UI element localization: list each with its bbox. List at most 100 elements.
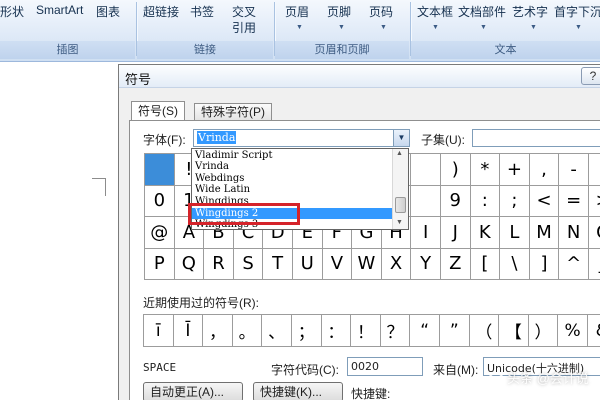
recent-symbol-cell[interactable]: 。 (232, 315, 263, 347)
ribbon-header[interactable]: 页眉 (285, 3, 309, 20)
recent-symbols-grid: īĪ，。、；：！？“”（【）%& (143, 314, 600, 347)
symbol-cell[interactable]: U (292, 248, 323, 280)
recent-symbol-cell[interactable]: （ (469, 315, 500, 347)
ribbon-page-number[interactable]: 页码 (369, 3, 393, 20)
scroll-down-icon[interactable]: ▼ (396, 219, 403, 226)
recent-symbol-cell[interactable]: ī (144, 315, 174, 347)
symbol-cell[interactable]: , (529, 154, 560, 186)
recent-symbol-cell[interactable]: “ (410, 315, 440, 347)
chevron-down-icon: ▼ (530, 24, 537, 31)
dialog-titlebar[interactable]: 符号 ? (119, 65, 600, 88)
highlight-annotation-box (188, 203, 300, 225)
symbol-cell[interactable]: 9 (440, 185, 471, 217)
ribbon-textbox[interactable]: 文本框 (417, 3, 453, 20)
symbol-cell[interactable]: : (470, 185, 501, 217)
symbol-cell[interactable]: ] (529, 248, 560, 280)
recent-symbol-cell[interactable]: ） (528, 315, 559, 347)
symbol-cell[interactable]: 0 (145, 185, 175, 217)
ribbon-shapes[interactable]: 形状 (0, 3, 24, 20)
watermark: 头条 @会计说 (488, 368, 589, 388)
recent-symbol-cell[interactable]: ； (291, 315, 322, 347)
symbol-cell[interactable]: M (529, 217, 560, 249)
symbol-cell[interactable]: T (263, 248, 293, 280)
symbol-cell[interactable] (411, 154, 441, 186)
symbol-cell[interactable]: I (411, 217, 441, 249)
ribbon-group-text: 文本 (411, 41, 600, 59)
symbol-dialog: 符号 ? 符号(S) 特殊字符(P) 字体(F): Vrinda ▼ 子集(U)… (118, 64, 600, 400)
font-option[interactable]: Vladimir Script (192, 150, 392, 161)
font-combo[interactable]: Vrinda ▼ (193, 129, 410, 147)
symbol-cell[interactable]: < (529, 185, 560, 217)
tab-special-chars[interactable]: 特殊字符(P) (194, 103, 272, 120)
font-option[interactable]: Wide Latin (192, 184, 392, 195)
chevron-down-icon[interactable]: ▼ (393, 130, 409, 146)
symbol-cell[interactable]: N (559, 217, 589, 249)
symbol-cell[interactable]: . (588, 154, 600, 186)
symbol-cell[interactable]: Q (174, 248, 205, 280)
font-option[interactable]: Vrinda (192, 161, 392, 172)
recent-symbol-cell[interactable]: 【 (499, 315, 529, 347)
ribbon-chart[interactable]: 图表 (96, 3, 120, 20)
chevron-down-icon: ▼ (480, 24, 487, 31)
ribbon-wordart[interactable]: 艺术字 (512, 3, 548, 20)
ribbon-drop-cap[interactable]: 首字下沉 (554, 3, 600, 20)
help-button[interactable]: ? (581, 67, 600, 85)
symbol-cell[interactable]: S (233, 248, 264, 280)
ribbon-bookmark[interactable]: 书签 (190, 3, 214, 20)
recent-symbol-cell[interactable]: & (587, 315, 600, 347)
char-code-input[interactable]: 0020 (347, 357, 423, 376)
symbol-cell[interactable]: @ (145, 217, 175, 249)
symbol-cell[interactable]: L (500, 217, 530, 249)
symbol-cell[interactable]: K (470, 217, 501, 249)
recent-symbol-cell[interactable]: 、 (262, 315, 292, 347)
ribbon-cross-ref-2[interactable]: 引用 (232, 19, 256, 36)
symbol-cell[interactable]: - (559, 154, 589, 186)
recent-symbol-cell[interactable]: ” (439, 315, 470, 347)
symbol-cell[interactable]: ; (500, 185, 530, 217)
symbol-cell[interactable]: [ (470, 248, 501, 280)
tab-symbols[interactable]: 符号(S) (131, 101, 185, 120)
recent-symbol-cell[interactable]: ： (321, 315, 352, 347)
recent-symbol-cell[interactable]: ？ (380, 315, 411, 347)
autocorrect-button[interactable]: 自动更正(A)... (143, 382, 243, 400)
symbol-cell[interactable]: R (204, 248, 234, 280)
symbol-cell[interactable] (411, 185, 441, 217)
font-value: Vrinda (197, 131, 237, 144)
font-option[interactable]: Webdings (192, 173, 392, 184)
symbol-cell[interactable]: _ (588, 248, 600, 280)
subset-combo[interactable] (472, 129, 600, 147)
char-name: SPACE (143, 361, 177, 374)
symbol-cell[interactable]: W (352, 248, 382, 280)
symbol-cell[interactable]: = (559, 185, 589, 217)
symbol-cell[interactable]: ^ (559, 248, 589, 280)
dropdown-scrollbar[interactable]: ▲ ▼ (392, 149, 408, 229)
recent-symbol-cell[interactable]: ！ (351, 315, 381, 347)
ribbon-footer[interactable]: 页脚 (327, 3, 351, 20)
shortcut-key-button[interactable]: 快捷键(K)... (253, 382, 343, 400)
recent-symbol-cell[interactable]: ， (203, 315, 233, 347)
symbol-cell[interactable]: ) (440, 154, 471, 186)
recent-symbol-cell[interactable]: Ī (173, 315, 204, 347)
symbol-cell[interactable]: X (381, 248, 412, 280)
recent-symbol-cell[interactable]: % (558, 315, 588, 347)
symbol-cell[interactable]: \ (500, 248, 530, 280)
symbol-cell[interactable]: Z (440, 248, 471, 280)
symbol-cell[interactable]: O (588, 217, 600, 249)
ribbon-quick-parts[interactable]: 文档部件 (458, 3, 506, 20)
ribbon-cross-ref-1[interactable]: 交叉 (232, 3, 256, 20)
scroll-up-icon[interactable]: ▲ (396, 150, 403, 157)
symbol-cell[interactable]: V (322, 248, 353, 280)
symbol-cell[interactable]: P (145, 248, 175, 280)
watermark-text: 头条 @会计说 (507, 371, 589, 386)
symbol-cell[interactable]: Y (411, 248, 441, 280)
symbol-cell[interactable]: * (470, 154, 501, 186)
scrollbar-thumb[interactable] (395, 197, 406, 213)
symbol-cell[interactable]: > (588, 185, 600, 217)
ribbon-hyperlink[interactable]: 超链接 (143, 3, 179, 20)
symbol-cell[interactable]: + (500, 154, 530, 186)
subset-label: 子集(U): (421, 133, 465, 147)
symbol-cell[interactable] (145, 154, 175, 186)
symbol-cell[interactable]: J (440, 217, 471, 249)
ribbon: 形状 SmartArt 图表 超链接 书签 交叉 引用 页眉 ▼ 页脚 ▼ 页码… (0, 0, 600, 62)
ribbon-smartart[interactable]: SmartArt (36, 3, 83, 17)
